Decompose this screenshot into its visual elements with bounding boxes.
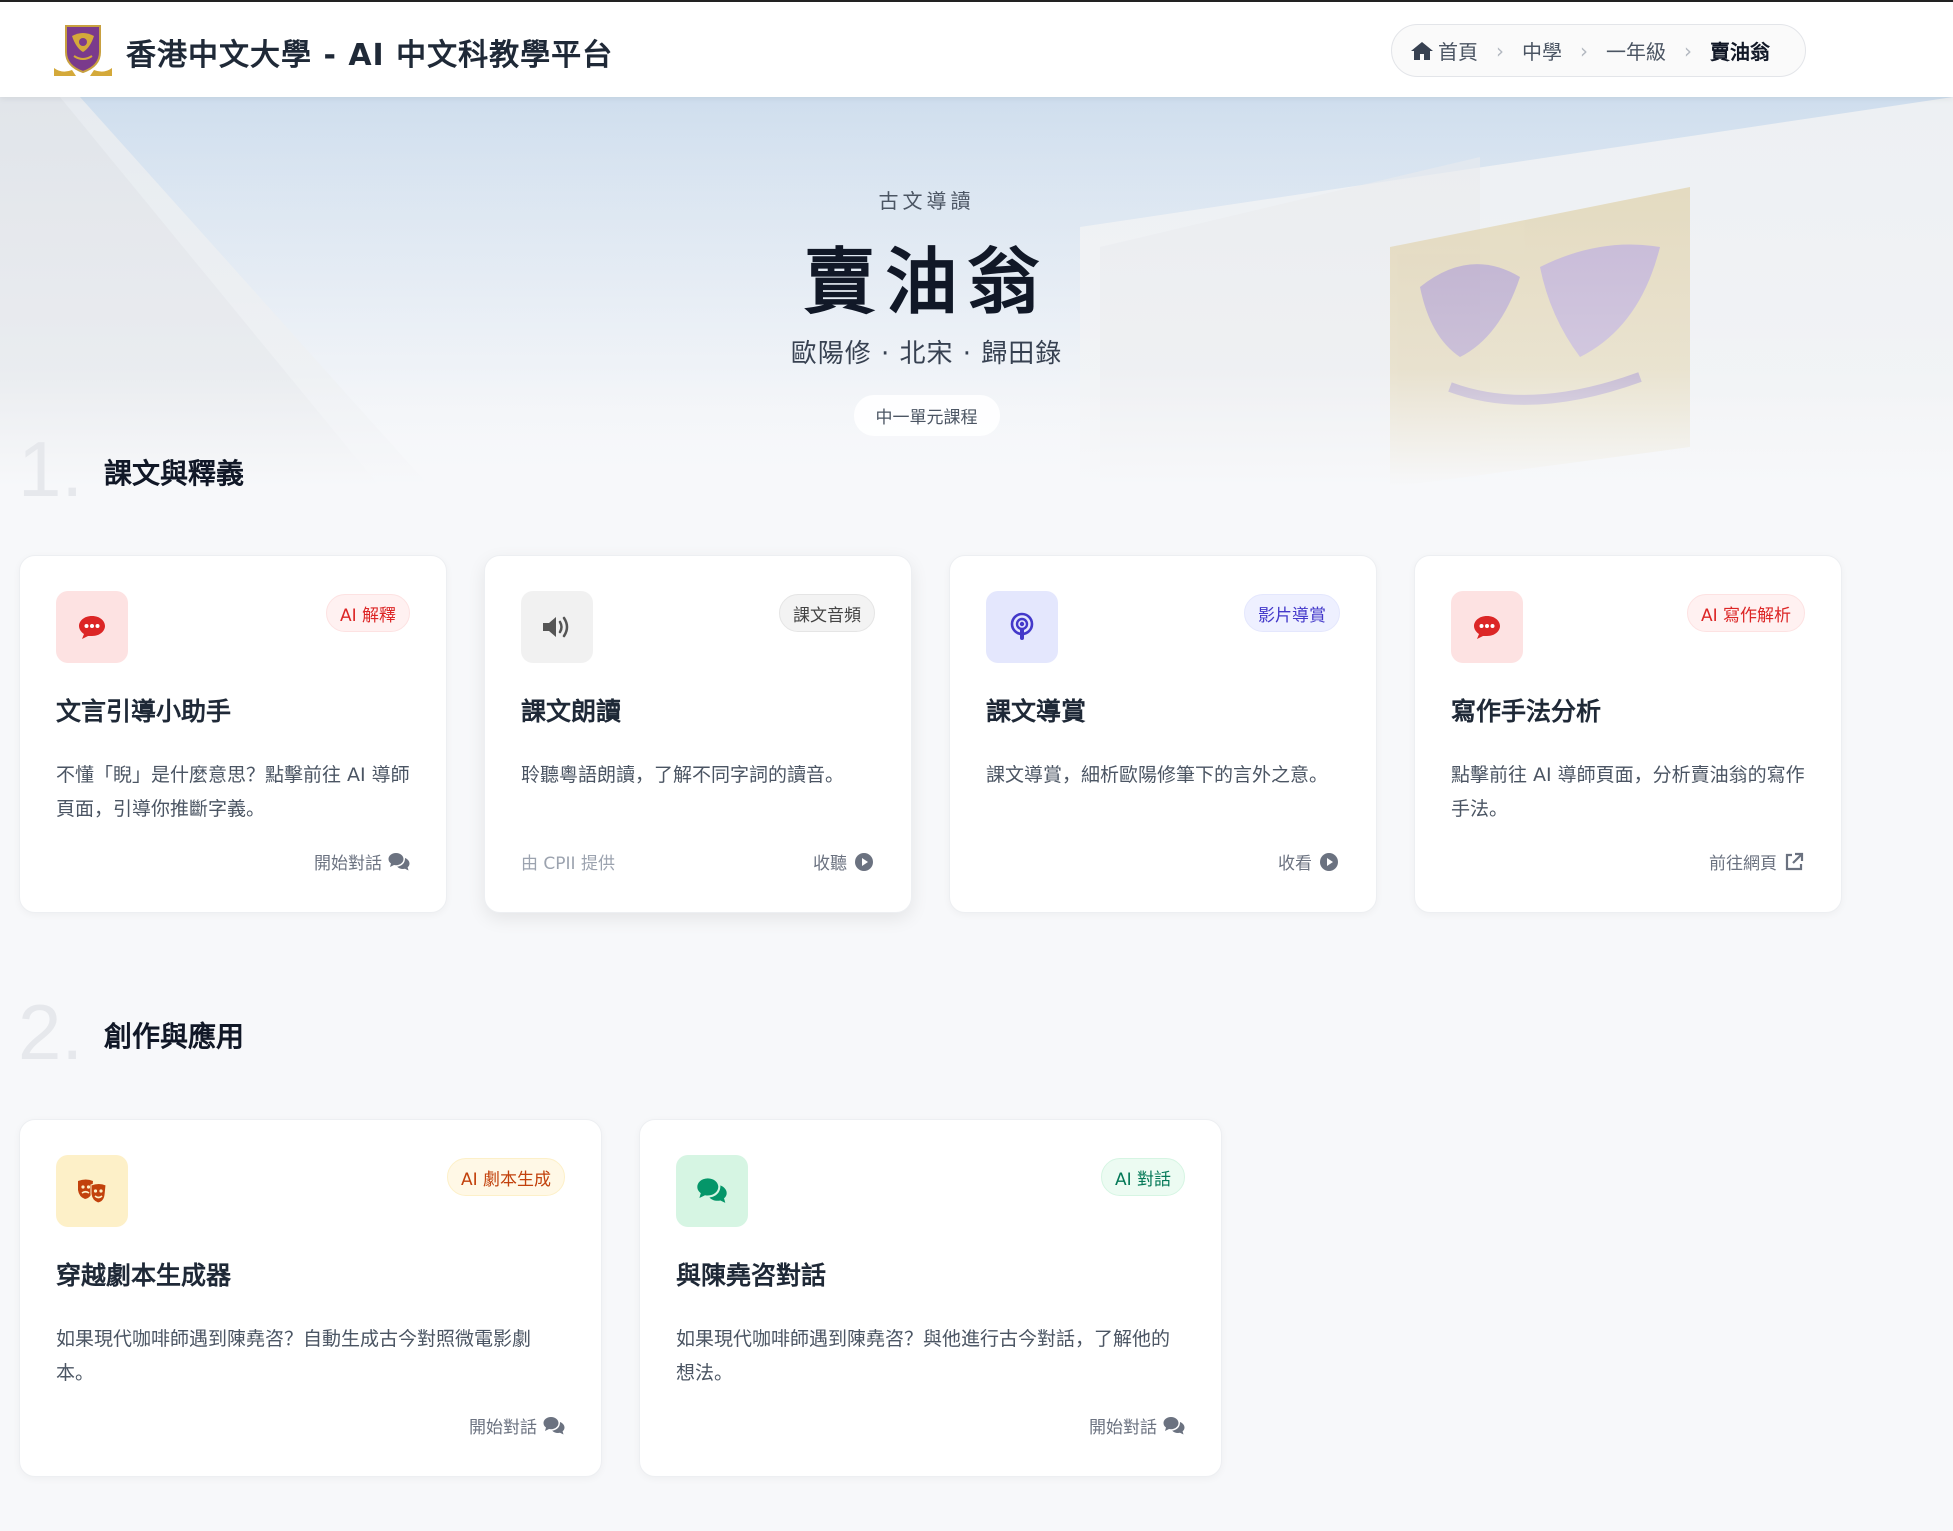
card-script-generator[interactable]: AI 劇本生成 穿越劇本生成器 如果現代咖啡師遇到陳堯咨？自動生成古今對照微電影…	[19, 1119, 602, 1477]
card-title: 寫作手法分析	[1451, 697, 1602, 726]
card-icon-box	[1451, 591, 1523, 663]
section-number: 2.	[18, 988, 84, 1076]
card-badge: 課文音頻	[779, 594, 875, 632]
breadcrumb-label: 首頁	[1438, 40, 1478, 64]
section-title: 創作與應用	[104, 1020, 245, 1053]
card-dialogue-chen-yaozi[interactable]: AI 對話 與陳堯咨對話 如果現代咖啡師遇到陳堯咨？與他進行古今對話，了解他的想…	[639, 1119, 1222, 1477]
breadcrumb-grade[interactable]: 一年級	[1606, 36, 1666, 65]
comments-icon	[1163, 1416, 1185, 1434]
course-tag: 中一單元課程	[853, 395, 1000, 436]
card-icon-box	[986, 591, 1058, 663]
credit-text: 由 CPII 提供	[521, 854, 615, 874]
card-writing-technique-analysis[interactable]: AI 寫作解析 寫作手法分析 點擊前往 AI 導師頁面，分析賣油翁的寫作手法。 …	[1414, 555, 1842, 913]
breadcrumb-current: 賣油翁	[1710, 40, 1770, 64]
card-title: 與陳堯咨對話	[676, 1261, 827, 1290]
card-badge: AI 劇本生成	[446, 1158, 565, 1196]
section-title: 課文與釋義	[104, 457, 245, 490]
card-title: 課文朗讀	[521, 697, 622, 726]
volume-icon	[543, 616, 569, 638]
hero-subtitle: 古文導讀	[878, 189, 975, 213]
card-title: 文言引導小助手	[56, 697, 232, 726]
action-label: 收看	[1278, 854, 1312, 874]
card-icon-box	[521, 591, 593, 663]
cuhk-logo[interactable]	[52, 22, 114, 78]
start-chat-link[interactable]: 開始對話	[314, 849, 410, 874]
chevron-right-icon: ›	[1684, 38, 1692, 63]
site-title[interactable]: 香港中文大學 - AI 中文科教學平台	[126, 30, 613, 74]
comments-icon	[388, 852, 410, 870]
play-circle-icon	[855, 852, 873, 871]
card-description: 點擊前往 AI 導師頁面，分析賣油翁的寫作手法。	[1451, 764, 1805, 820]
breadcrumb-home[interactable]: 首頁	[1410, 36, 1478, 65]
play-circle-icon	[1320, 852, 1338, 871]
hero-banner: 古文導讀 賣油翁 歐陽修 · 北宋 · 歸田錄 中一單元課程	[0, 97, 1953, 487]
comment-dots-icon	[79, 616, 105, 639]
comments-icon	[543, 1416, 565, 1434]
chevron-right-icon: ›	[1496, 38, 1504, 63]
action-label: 收聽	[813, 854, 847, 874]
hero-title: 賣油翁	[803, 239, 1050, 324]
card-text-guide-video[interactable]: 影片導賞 課文導賞 課文導賞，細析歐陽修筆下的言外之意。 收看	[949, 555, 1377, 913]
card-icon-box	[56, 591, 128, 663]
card-description: 如果現代咖啡師遇到陳堯咨？與他進行古今對話，了解他的想法。	[676, 1328, 1171, 1384]
card-badge: AI 寫作解析	[1686, 594, 1805, 632]
card-badge: AI 對話	[1100, 1158, 1185, 1196]
card-description: 課文導賞，細析歐陽修筆下的言外之意。	[986, 764, 1329, 786]
chevron-right-icon: ›	[1580, 38, 1588, 63]
comments-icon	[697, 1178, 727, 1203]
top-navigation-bar: 香港中文大學 - AI 中文科教學平台 首頁 › 中學 › 一年級 › 賣油翁	[0, 0, 1953, 97]
action-label: 開始對話	[1089, 1418, 1157, 1438]
comment-dots-icon	[1474, 616, 1500, 639]
external-link-icon	[1785, 852, 1804, 870]
card-badge: AI 解釋	[325, 594, 410, 632]
card-description: 如果現代咖啡師遇到陳堯咨？自動生成古今對照微電影劇本。	[56, 1328, 532, 1384]
card-text-reading-audio[interactable]: 課文音頻 課文朗讀 聆聽粵語朗讀，了解不同字詞的讀音。 由 CPII 提供 收聽	[484, 555, 912, 913]
watch-link[interactable]: 收看	[1278, 849, 1340, 874]
listen-link[interactable]: 收聽	[813, 849, 875, 874]
card-icon-box	[56, 1155, 128, 1227]
card-title: 穿越劇本生成器	[56, 1261, 232, 1290]
card-classical-chinese-helper[interactable]: AI 解釋 文言引導小助手 不懂「睨」是什麼意思？點擊前往 AI 導師頁面，引導…	[19, 555, 447, 913]
section-number: 1.	[18, 425, 84, 513]
hero-author-meta: 歐陽修 · 北宋 · 歸田錄	[790, 339, 1063, 369]
podcast-icon	[1010, 612, 1034, 640]
breadcrumb: 首頁 › 中學 › 一年級 › 賣油翁	[1391, 24, 1806, 77]
card-icon-box	[676, 1155, 748, 1227]
action-label: 前往網頁	[1709, 854, 1777, 874]
card-description: 聆聽粵語朗讀，了解不同字詞的讀音。	[521, 764, 845, 786]
theater-masks-icon	[78, 1179, 107, 1204]
start-chat-link[interactable]: 開始對話	[1089, 1413, 1185, 1438]
start-chat-link[interactable]: 開始對話	[469, 1413, 565, 1438]
action-label: 開始對話	[469, 1418, 537, 1438]
card-title: 課文導賞	[986, 697, 1087, 726]
breadcrumb-secondary[interactable]: 中學	[1522, 36, 1562, 65]
card-description: 不懂「睨」是什麼意思？點擊前往 AI 導師頁面，引導你推斷字義。	[56, 764, 410, 820]
card-badge: 影片導賞	[1244, 594, 1340, 632]
open-webpage-link[interactable]: 前往網頁	[1709, 849, 1805, 874]
home-icon	[1411, 41, 1433, 60]
action-label: 開始對話	[314, 854, 382, 874]
